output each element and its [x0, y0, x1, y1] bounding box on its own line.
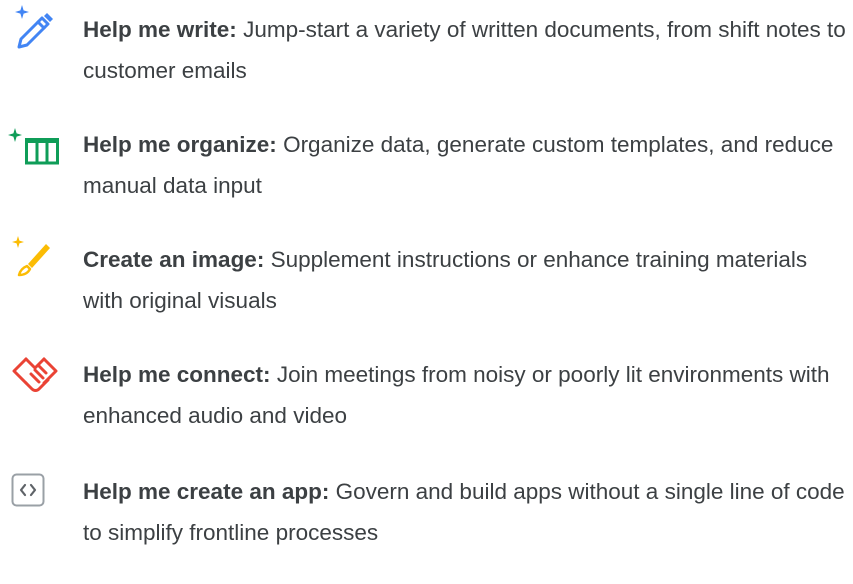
feature-help-me-create-an-app: Help me create an app: Govern and build … — [0, 462, 853, 545]
feature-title: Help me organize: — [83, 132, 277, 157]
feature-title: Help me write: — [83, 17, 237, 42]
feature-title: Help me connect: — [83, 362, 271, 387]
feature-help-me-connect: Help me connect: Join meetings from nois… — [0, 345, 853, 428]
feature-text: Help me organize: Organize data, generat… — [83, 124, 848, 206]
feature-text: Create an image: Supplement instructions… — [83, 239, 848, 321]
feature-text: Help me write: Jump-start a variety of w… — [83, 9, 848, 91]
feature-text: Help me connect: Join meetings from nois… — [83, 354, 848, 436]
brush-sparkle-icon — [8, 232, 62, 286]
feature-list: Help me write: Jump-start a variety of w… — [0, 0, 853, 584]
feature-help-me-write: Help me write: Jump-start a variety of w… — [0, 0, 853, 83]
table-sparkle-icon — [8, 117, 62, 171]
feature-title: Create an image: — [83, 247, 265, 272]
handshake-icon — [8, 347, 62, 401]
feature-create-an-image: Create an image: Supplement instructions… — [0, 230, 853, 313]
feature-help-me-organize: Help me organize: Organize data, generat… — [0, 115, 853, 198]
feature-title: Help me create an app: — [83, 479, 330, 504]
pencil-sparkle-icon — [8, 2, 62, 56]
code-brackets-icon — [8, 464, 62, 518]
feature-text: Help me create an app: Govern and build … — [83, 471, 848, 553]
